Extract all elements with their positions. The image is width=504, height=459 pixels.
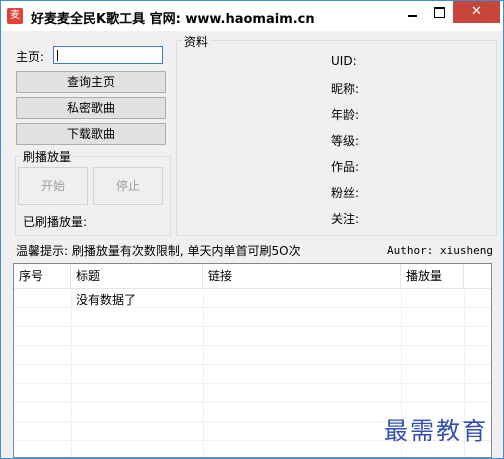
minimize-button[interactable] — [399, 1, 426, 23]
text-caret — [57, 50, 58, 61]
app-window: 麦 好麦麦全民K歌工具 官网: www.haomaim.cn ✕ 主页: 查询主… — [0, 0, 504, 459]
play-count-group-title: 刷播放量 — [21, 148, 74, 165]
download-songs-button[interactable]: 下载歌曲 — [16, 123, 166, 145]
nickname-label: 昵称: — [331, 82, 360, 96]
uid-label: UID: — [331, 54, 357, 68]
column-header-title[interactable]: 标题 — [71, 264, 203, 288]
fans-label: 粉丝: — [331, 186, 360, 200]
table-row[interactable]: 没有数据了 — [14, 289, 491, 308]
tip-text: 温馨提示: 刷播放量有次数限制, 单天内单首可刷5O次 — [16, 244, 301, 258]
table-row — [14, 346, 491, 365]
maximize-icon — [434, 7, 445, 18]
works-label: 作品: — [331, 160, 360, 174]
empty-message: 没有数据了 — [76, 293, 137, 307]
close-button[interactable]: ✕ — [453, 1, 500, 23]
column-header-link[interactable]: 链接 — [203, 264, 401, 288]
minimize-icon — [408, 15, 417, 17]
level-label: 等级: — [331, 134, 360, 148]
stop-button[interactable]: 停止 — [93, 167, 163, 205]
private-songs-button[interactable]: 私密歌曲 — [16, 97, 166, 119]
author-text: Author: xiusheng — [387, 244, 493, 257]
played-count-label: 已刷播放量: — [23, 215, 88, 229]
age-label: 年龄: — [331, 108, 360, 122]
column-header-plays[interactable]: 播放量 — [401, 264, 464, 288]
app-icon: 麦 — [7, 8, 23, 24]
close-icon: ✕ — [471, 4, 482, 19]
table-row — [14, 308, 491, 327]
query-homepage-button[interactable]: 查询主页 — [16, 71, 166, 93]
window-title: 好麦麦全民K歌工具 官网: www.haomaim.cn — [31, 12, 315, 27]
table-row — [14, 327, 491, 346]
column-header-index[interactable]: 序号 — [14, 264, 71, 288]
following-label: 关注: — [331, 212, 360, 226]
table-row — [14, 365, 491, 384]
profile-group-title: 资料 — [182, 33, 211, 50]
homepage-input[interactable] — [53, 46, 163, 64]
table-row — [14, 384, 491, 403]
start-button[interactable]: 开始 — [18, 167, 88, 205]
table-header: 序号 标题 链接 播放量 — [14, 264, 491, 289]
watermark: 最需教育 — [384, 417, 488, 445]
maximize-button[interactable] — [426, 1, 453, 23]
title-bar[interactable]: 麦 好麦麦全民K歌工具 官网: www.haomaim.cn ✕ — [1, 1, 503, 31]
homepage-label: 主页: — [16, 50, 45, 64]
